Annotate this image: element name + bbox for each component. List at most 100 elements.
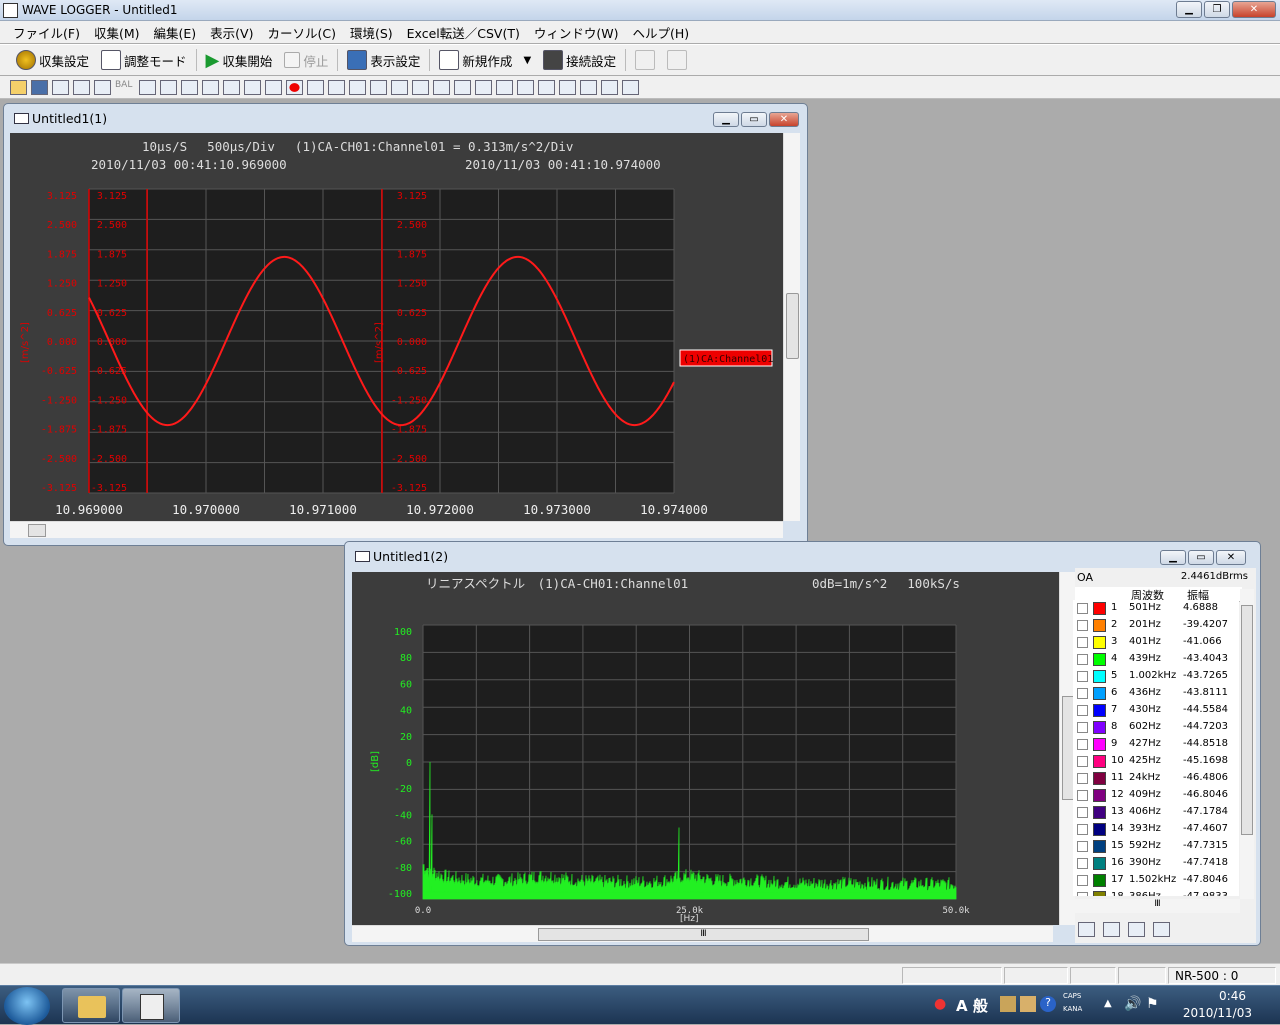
hand-icon[interactable] [139, 79, 156, 95]
oa-table-vscrollbar[interactable] [1240, 589, 1254, 899]
row-checkbox[interactable] [1077, 807, 1088, 818]
row-checkbox[interactable] [1077, 705, 1088, 716]
volume-icon[interactable]: 🔊 [1124, 996, 1141, 1012]
row-checkbox[interactable] [1077, 892, 1088, 896]
disabled-tool-2[interactable] [661, 47, 693, 73]
layout-stack-icon[interactable] [94, 79, 111, 95]
horizontal-scrollbar[interactable] [10, 521, 783, 538]
download-icon[interactable] [496, 79, 513, 95]
clock-date[interactable]: 2010/11/03 [1183, 1006, 1252, 1020]
spectrum-hscrollbar[interactable]: Ⅲ [352, 925, 1053, 942]
close-button[interactable]: ✕ [769, 112, 799, 127]
close-button[interactable]: ✕ [1232, 1, 1276, 18]
cursor-c-icon[interactable] [244, 79, 261, 95]
oa-table-row[interactable]: 14 393Hz -47.4607 [1073, 821, 1239, 838]
collect-settings-button[interactable]: 収集設定 [10, 47, 95, 73]
oa-table-row[interactable]: 11 24kHz -46.4806 [1073, 770, 1239, 787]
minimize-button[interactable]: ▁ [1160, 550, 1186, 565]
oa-table-row[interactable]: 12 409Hz -46.8046 [1073, 787, 1239, 804]
marker-icon[interactable] [1153, 922, 1170, 937]
list-multi-icon[interactable] [580, 79, 597, 95]
row-checkbox[interactable] [1077, 722, 1088, 733]
menu-view[interactable]: 表示(V) [203, 23, 260, 42]
adjust-mode-button[interactable]: 調整モード [95, 47, 193, 73]
row-checkbox[interactable] [1077, 739, 1088, 750]
dropdown-arrow-icon[interactable]: ▼ [523, 55, 531, 66]
menu-collect[interactable]: 収集(M) [87, 23, 147, 42]
cursor-a-icon[interactable] [181, 79, 198, 95]
start-button[interactable]: ▶ 収集開始 [200, 47, 279, 73]
image-icon[interactable] [622, 79, 639, 95]
zoom-area-icon[interactable] [370, 79, 387, 95]
dictionary-icon[interactable] [1020, 996, 1036, 1012]
oa-table-row[interactable]: 1 501Hz 4.6888 [1073, 600, 1239, 617]
zoom-in-icon[interactable] [412, 79, 429, 95]
print-icon[interactable] [52, 79, 69, 95]
connect-settings-button[interactable]: 接続設定 [537, 47, 622, 73]
list-icon[interactable] [538, 79, 555, 95]
oa-table-row[interactable]: 3 401Hz -41.066 [1073, 634, 1239, 651]
link-icon[interactable] [307, 79, 324, 95]
oa-table-row[interactable]: 8 602Hz -44.7203 [1073, 719, 1239, 736]
row-checkbox[interactable] [1077, 671, 1088, 682]
menu-excel-csv[interactable]: Excel転送／CSV(T) [400, 23, 527, 42]
oa-table-row[interactable]: 16 390Hz -47.7418 [1073, 855, 1239, 872]
row-checkbox[interactable] [1077, 773, 1088, 784]
row-checkbox[interactable] [1077, 637, 1088, 648]
menu-window[interactable]: ウィンドウ(W) [527, 23, 626, 42]
scroll-thumb[interactable] [1241, 605, 1253, 835]
show-hidden-icons[interactable]: ▲ [1104, 998, 1112, 1009]
scroll-thumb[interactable] [28, 524, 46, 537]
adjust-icon[interactable] [454, 79, 471, 95]
bar-chart-icon[interactable] [1128, 922, 1145, 937]
oa-table-row[interactable]: 17 1.502kHz -47.8046 [1073, 872, 1239, 889]
close-button[interactable]: ✕ [1216, 550, 1246, 565]
maximize-button[interactable]: ▭ [741, 112, 767, 127]
oa-table-row[interactable]: 10 425Hz -45.1698 [1073, 753, 1239, 770]
row-checkbox[interactable] [1077, 790, 1088, 801]
list-align-icon[interactable] [559, 79, 576, 95]
balance-button[interactable]: BAL [115, 80, 135, 95]
oa-table-row[interactable]: 7 430Hz -44.5584 [1073, 702, 1239, 719]
wave-logger-task[interactable] [122, 988, 180, 1023]
stop-button[interactable]: 停止 [278, 47, 334, 73]
menu-file[interactable]: ファイル(F) [6, 23, 87, 42]
pin-icon[interactable] [328, 79, 345, 95]
upload-icon[interactable] [475, 79, 492, 95]
minimize-button[interactable]: ▁ [713, 112, 739, 127]
cursor-b-icon[interactable] [202, 79, 219, 95]
start-button[interactable] [4, 987, 50, 1025]
oa-table-row[interactable]: 13 406Hz -47.1784 [1073, 804, 1239, 821]
row-checkbox[interactable] [1077, 603, 1088, 614]
menu-cursor[interactable]: カーソル(C) [260, 23, 342, 42]
explorer-task[interactable] [62, 988, 120, 1023]
row-checkbox[interactable] [1077, 858, 1088, 869]
help-cursor-icon[interactable] [160, 79, 177, 95]
maximize-button[interactable]: ▭ [1188, 550, 1214, 565]
oa-table-row[interactable]: 9 427Hz -44.8518 [1073, 736, 1239, 753]
display-settings-button[interactable]: 表示設定 [341, 47, 426, 73]
disabled-tool-1[interactable] [629, 47, 661, 73]
oa-table-row[interactable]: 18 386Hz -47.9833 [1073, 889, 1239, 896]
layout-split-icon[interactable] [73, 79, 90, 95]
record-icon[interactable] [286, 79, 303, 95]
row-checkbox[interactable] [1077, 841, 1088, 852]
list-detail-icon[interactable] [601, 79, 618, 95]
chart-icon[interactable] [349, 79, 366, 95]
scroll-thumb[interactable]: Ⅲ [538, 928, 869, 941]
menu-environment[interactable]: 環境(S) [343, 23, 400, 42]
row-checkbox[interactable] [1077, 654, 1088, 665]
ime-indicator[interactable]: A 般 [956, 995, 988, 1016]
open-folder-icon[interactable] [10, 79, 27, 95]
oa-table-row[interactable]: 5 1.002kHz -43.7265 [1073, 668, 1239, 685]
split-icon[interactable] [517, 79, 534, 95]
row-checkbox[interactable] [1077, 824, 1088, 835]
cursor-ab-icon[interactable] [223, 79, 240, 95]
settings-icon[interactable] [433, 79, 450, 95]
action-center-icon[interactable]: ⚑ [1146, 996, 1159, 1012]
scroll-thumb[interactable] [786, 293, 799, 359]
clock-time[interactable]: 0:46 [1219, 989, 1246, 1003]
oa-table-row[interactable]: 6 436Hz -43.8111 [1073, 685, 1239, 702]
filter-icon[interactable] [1078, 922, 1095, 937]
zoom-out-icon[interactable] [391, 79, 408, 95]
